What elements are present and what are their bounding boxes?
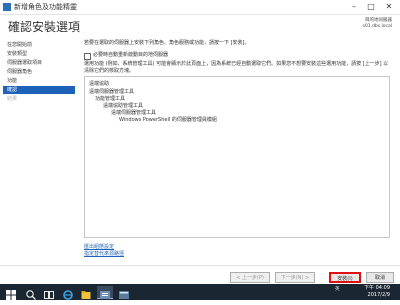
restart-checkbox[interactable] (84, 53, 91, 60)
page-heading: 確認安裝選項 (8, 20, 81, 34)
server-manager-taskbar-icon[interactable] (97, 286, 113, 299)
feature-item: 遠端協助 (89, 81, 110, 87)
internet-explorer-icon[interactable] (62, 286, 74, 300)
feature-item: 遠端伺服器管理工具 (111, 110, 157, 116)
minimize-button[interactable]: – (346, 1, 362, 12)
feature-item: 遠端協助管理工具 (103, 103, 144, 109)
title-bar: 新增角色及功能精靈 – □ ✕ (0, 0, 400, 15)
footer-divider (0, 265, 400, 266)
cancel-button[interactable]: 取消 (366, 272, 394, 283)
features-list[interactable]: 遠端協助 遠端伺服器管理工具 功能管理工具 遠端協助管理工具 遠端伺服器管理工具… (84, 76, 390, 238)
input-language-indicator[interactable]: 英 (335, 286, 340, 292)
step-server-selection[interactable]: 伺服器選取項目 (3, 59, 75, 67)
task-view-icon[interactable] (43, 286, 55, 299)
start-icon[interactable] (5, 286, 17, 300)
restart-checkbox-label[interactable]: 必要時自動重新啟動目的地伺服器 (93, 52, 168, 59)
maximize-button[interactable]: □ (363, 1, 379, 12)
instruction-text: 若要在選取的伺服器上安裝下列角色、角色服務或功能，請按一下 [安裝]。 (84, 40, 250, 46)
window-title: 新增角色及功能精靈 (14, 3, 77, 11)
step-installation-type[interactable]: 安裝類型 (3, 50, 75, 58)
feature-item: Windows PowerShell 的伺服器管理員模組 (119, 117, 217, 123)
system-clock[interactable]: 下午 04:09 2017/2/9 (364, 285, 390, 299)
destination-server: 目的地伺服器 s01.dbs.local (363, 18, 392, 30)
file-explorer-icon[interactable] (80, 286, 92, 299)
next-button[interactable]: 下一步(N) > (275, 272, 315, 283)
previous-button[interactable]: < 上一步(P) (230, 272, 270, 283)
server-manager-icon (3, 3, 11, 11)
step-confirmation[interactable]: 確認 (3, 86, 75, 94)
feature-item: 遠端伺服器管理工具 (89, 89, 135, 95)
feature-item: 功能管理工具 (95, 96, 126, 102)
step-before-you-begin[interactable]: 在您開始前 (3, 41, 75, 49)
install-button[interactable]: 安裝(I) (329, 272, 361, 283)
destination-server-name: s01.dbs.local (362, 24, 392, 29)
restart-option[interactable]: 必要時自動重新啟動目的地伺服器 (84, 52, 384, 60)
export-config-link[interactable]: 匯出組態設定 (84, 244, 114, 251)
step-server-roles[interactable]: 伺服器角色 (3, 68, 75, 76)
alternate-source-link[interactable]: 指定替代來源路徑 (84, 251, 124, 258)
step-results: 結果 (7, 96, 18, 102)
optional-features-notice: 選用功能 (例如，系統管理工具) 可能會顯示於此頁面上，因為系統已經自動選取它們… (84, 61, 389, 74)
clock-date: 2017/2/9 (367, 292, 390, 298)
wizard-taskbar-icon[interactable] (116, 286, 132, 299)
search-icon[interactable] (25, 286, 37, 300)
clock-time: 下午 04:09 (364, 285, 390, 291)
step-features[interactable]: 功能 (3, 77, 75, 85)
taskbar: 英 下午 04:09 2017/2/9 (0, 284, 400, 300)
close-button[interactable]: ✕ (381, 1, 397, 12)
